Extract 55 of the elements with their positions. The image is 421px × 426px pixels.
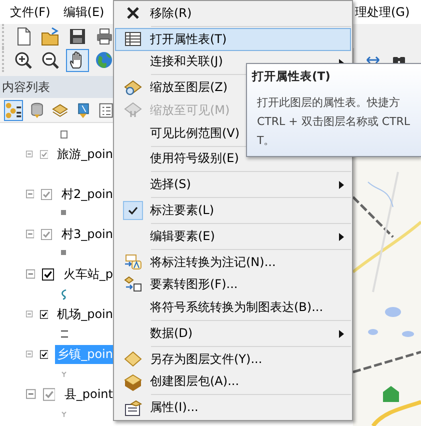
menu-item[interactable]: 属性(I)... xyxy=(115,396,351,420)
point-symbol-icon xyxy=(60,328,69,340)
menu-item[interactable]: 文件(F) xyxy=(10,4,50,20)
menu-item[interactable]: 标注要素(L) xyxy=(115,199,351,222)
collapse-icon[interactable] xyxy=(26,229,34,239)
properties-icon xyxy=(124,398,142,417)
layer-name[interactable]: 村2_poin xyxy=(59,184,115,204)
tooltip-text: 打开此图层的属性表。快捷方 CTRL + 双击图层名称或 CTRL T。 xyxy=(257,95,412,149)
collapse-icon[interactable] xyxy=(26,309,33,319)
point-symbol-icon xyxy=(60,408,69,420)
point-symbol-icon xyxy=(60,130,68,138)
pan-arrows-icon[interactable] xyxy=(366,55,380,65)
layer-name[interactable]: 县_point xyxy=(62,384,115,404)
layer-name[interactable]: 火车站_p xyxy=(61,264,115,284)
layer-name[interactable]: 旅游_poin xyxy=(55,144,115,164)
checkbox[interactable] xyxy=(41,228,52,240)
submenu-arrow-icon xyxy=(339,232,344,241)
menu-item[interactable]: 编辑要素(E) xyxy=(115,224,351,248)
package-icon xyxy=(124,372,142,391)
menu-item[interactable]: 选择(S) xyxy=(115,173,351,196)
collapse-icon[interactable] xyxy=(26,349,33,359)
menu-item[interactable]: 使用符号级别(E) xyxy=(115,148,351,170)
panel-title: 内容列表 xyxy=(0,76,115,98)
collapse-icon[interactable] xyxy=(26,189,34,199)
checkbox[interactable] xyxy=(41,188,52,200)
menu-item[interactable]: 将符号系统转换为制图表达(B)... xyxy=(115,296,351,319)
collapse-icon[interactable] xyxy=(26,149,33,159)
menu-item[interactable]: 要素转图形(F)... xyxy=(115,273,351,296)
point-symbol-icon xyxy=(60,368,69,380)
point-symbol-icon xyxy=(60,288,69,300)
menu-item[interactable]: 移除(R) xyxy=(115,2,351,25)
checkbox[interactable] xyxy=(40,348,48,360)
diamond-icon xyxy=(124,350,142,368)
zoom-layer-icon xyxy=(124,78,142,97)
hand-icon[interactable] xyxy=(66,48,89,72)
layer-name[interactable]: 机场_poin xyxy=(55,304,115,324)
submenu-arrow-icon xyxy=(339,330,344,338)
collapse-icon[interactable] xyxy=(26,269,36,279)
options-icon[interactable] xyxy=(98,100,115,120)
checkbox[interactable] xyxy=(40,308,48,320)
menu-item[interactable]: 数据(D) xyxy=(115,322,351,345)
menu-item[interactable]: 将标注转换为注记(N)... xyxy=(115,250,351,274)
submenu-arrow-icon xyxy=(339,181,344,190)
collapse-icon[interactable] xyxy=(26,389,36,399)
menu-item[interactable]: 打开属性表(T) xyxy=(115,28,351,51)
checkbox[interactable] xyxy=(40,148,48,160)
menu-item[interactable]: 创建图层包(A)... xyxy=(115,370,351,394)
menu-item[interactable]: 编辑(E) xyxy=(63,4,104,20)
layer-name[interactable]: 村3_poin xyxy=(59,224,115,244)
table-icon xyxy=(124,30,142,48)
menu-item[interactable]: 另存为图层文件(Y)... xyxy=(115,348,351,370)
checkbox[interactable] xyxy=(42,388,56,400)
tooltip-title: 打开属性表(T) xyxy=(252,69,332,84)
database-icon[interactable] xyxy=(29,100,46,120)
checkbox[interactable] xyxy=(42,268,54,280)
